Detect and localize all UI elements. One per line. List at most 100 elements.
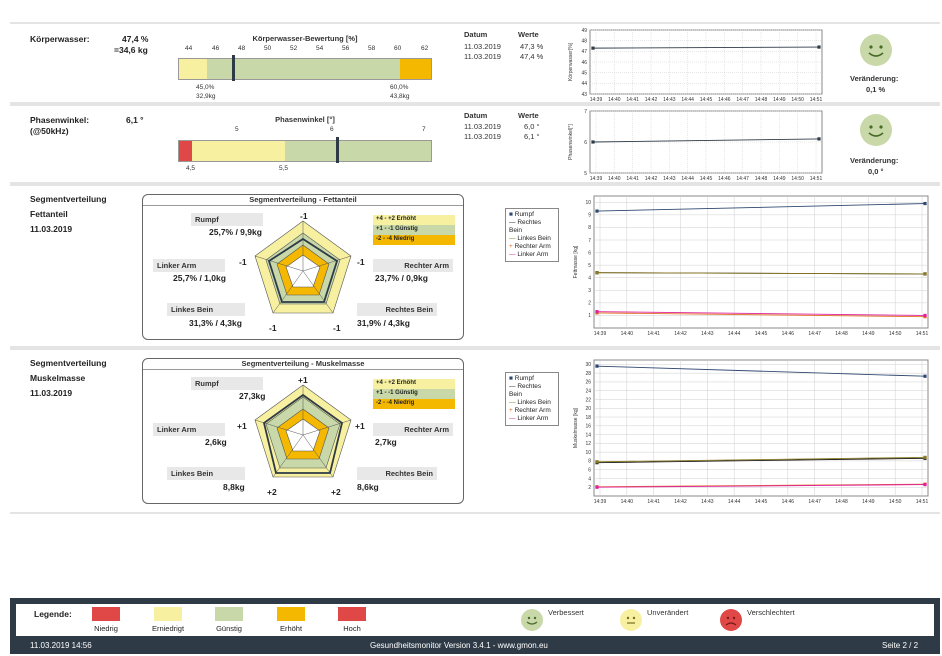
legend-box: Legende: Niedrig Erniedrigt Günstig Erhö…: [16, 604, 934, 636]
water-col-date: Datum: [464, 30, 488, 39]
muscle-point: [923, 482, 927, 487]
fat-xtick: 14:46: [782, 331, 795, 337]
fat-point: [595, 271, 599, 275]
water-xtick: 14:47: [736, 97, 749, 103]
phase-label-freq: (@50kHz): [30, 126, 69, 136]
water-row-value: 47,4 %: [520, 52, 544, 61]
water-ytick: 44: [581, 81, 587, 87]
fat-linkes-bein-value: 31,3% / 4,3kg: [189, 318, 242, 328]
phase-history-chart: Phasenwinkel[°] 7 6 514:39 14:40 14:41 14:42 1…: [568, 109, 823, 182]
muscle-point: [595, 485, 599, 489]
muscle-point: [595, 364, 599, 368]
fat-point: [923, 201, 927, 206]
water-history-chart: Körperwasser[%] 49 48 47 46 45 44 4314:39 14:40…: [568, 28, 823, 103]
muscle-xtick: 14:40: [621, 499, 634, 505]
muscle-rumpf-label: Rumpf: [191, 377, 263, 390]
water-tick: 62: [421, 45, 429, 52]
water-tick: 60: [394, 45, 402, 52]
water-xtick: 14:48: [755, 97, 768, 103]
footer-page: Seite 2 / 2: [882, 641, 919, 650]
fat-xtick: 14:40: [621, 331, 634, 337]
muscle-ytick: 16: [585, 424, 591, 430]
water-row-date: 11.03.2019: [464, 52, 501, 61]
fat-rumpf-label: Rumpf: [191, 213, 263, 226]
muscle-axis-label: Muskelmasse [kg]: [573, 407, 579, 448]
phase-row-date: 11.03.2019: [464, 122, 501, 131]
muscle-sub: Muskelmasse: [30, 373, 86, 383]
fat-xtick: 14:42: [674, 331, 687, 337]
muscle-ytick: 8: [588, 459, 591, 465]
fat-ytick: 1: [588, 313, 591, 319]
water-xtick: 14:45: [700, 97, 713, 103]
fat-ytick: 6: [588, 250, 591, 256]
fat-linkes-bein-label: Linkes Bein: [167, 303, 245, 316]
muscle-xtick: 14:47: [808, 499, 821, 505]
muscle-legend-item: + Rechter Arm: [509, 407, 551, 414]
status-improved-label: Verbessert: [548, 608, 584, 617]
phase-xtick: 14:42: [645, 176, 658, 182]
fat-chart-legend: ■ Rumpf — Rechtes Bein — Linkes Bein + R…: [505, 208, 559, 262]
fat-xtick: 14:51: [916, 331, 929, 337]
phase-xtick: 14:40: [608, 176, 621, 182]
fat-vertex-right: -1: [357, 257, 365, 267]
legend-swatch-hoch: [338, 607, 366, 621]
fat-legend-item: ■ Rumpf: [509, 211, 534, 218]
water-ytick: 46: [581, 60, 587, 66]
fat-legend-low: -2 - -4 Niedrig: [373, 235, 455, 245]
water-change-value: 0,1 %: [866, 85, 886, 94]
water-tick: 54: [316, 45, 324, 52]
fat-legend-high: +4 - +2 Erhöht: [373, 215, 455, 225]
fat-linker-arm-value: 25,7% / 1,0kg: [173, 273, 226, 283]
phase-ytick: 5: [584, 171, 587, 177]
muscle-ytick: 26: [585, 380, 591, 386]
muscle-xtick: 14:39: [594, 499, 607, 505]
muscle-legend-ok: +1 - -1 Günstig: [373, 389, 455, 399]
legend-swatch-erhoeht: [277, 607, 305, 621]
footer-datetime: 11.03.2019 14:56: [30, 641, 92, 650]
phase-row-value: 6,0 °: [524, 122, 540, 131]
fat-xtick: 14:39: [594, 331, 607, 337]
water-ytick: 45: [581, 70, 587, 76]
muscle-history-chart: Muskelmasse [kg] 30282624222018161412108…: [573, 359, 929, 505]
fat-xtick: 14:41: [647, 331, 660, 337]
water-xtick: 14:44: [681, 97, 694, 103]
phase-xtick: 14:49: [773, 176, 786, 182]
phase-xtick: 14:41: [626, 176, 639, 182]
fat-rumpf-value: 25,7% / 9,9kg: [209, 227, 262, 237]
phase-xtick: 14:48: [755, 176, 768, 182]
water-tick: 46: [212, 45, 220, 52]
water-change-label: Veränderung:: [850, 74, 899, 83]
fat-point: [595, 310, 599, 314]
muscle-legend-item: ■ Rumpf: [509, 375, 534, 382]
water-xtick: 14:39: [590, 97, 603, 103]
water-ytick: 43: [581, 92, 587, 98]
fat-ytick: 5: [588, 263, 591, 269]
muscle-ytick: 2: [588, 485, 591, 491]
muscle-rechtes-bein-label: Rechtes Bein: [357, 467, 437, 480]
fat-legend-item: — Linker Arm: [509, 251, 549, 258]
fat-panel: Segmentverteilung Fettanteil 11.03.2019 …: [10, 184, 940, 348]
water-xtick: 14:41: [626, 97, 639, 103]
fat-xtick: 14:44: [728, 331, 741, 337]
muscle-ytick: 30: [585, 362, 591, 368]
legend-swatch-erniedrigt: [154, 607, 182, 621]
phase-row-date: 11.03.2019: [464, 132, 501, 141]
legend-label: Erhöht: [279, 624, 303, 633]
phase-value: 6,1 °: [126, 115, 144, 125]
worsened-smiley-icon: [720, 609, 742, 631]
muscle-panel: Segmentverteilung Muskelmasse 11.03.2019…: [10, 348, 940, 514]
muscle-vertex-bl: +2: [267, 487, 277, 497]
improved-smiley-icon: [860, 114, 892, 146]
status-unchanged-label: Unverändert: [647, 608, 689, 617]
fat-legend-item: + Rechter Arm: [509, 243, 551, 250]
muscle-linker-arm-label: Linker Arm: [153, 423, 225, 436]
fat-xtick: 14:48: [835, 331, 848, 337]
fat-rechter-arm-label: Rechter Arm: [373, 259, 453, 272]
phase-xtick: 14:47: [736, 176, 749, 182]
legend-label: Hoch: [343, 624, 361, 633]
phase-current-marker: [336, 137, 340, 163]
muscle-legend-item: — Rechtes Bein: [509, 383, 542, 398]
muscle-box-title: Segmentverteilung - Muskelmasse: [143, 359, 463, 370]
water-xtick: 14:40: [608, 97, 621, 103]
fat-rechtes-bein-label: Rechtes Bein: [357, 303, 437, 316]
